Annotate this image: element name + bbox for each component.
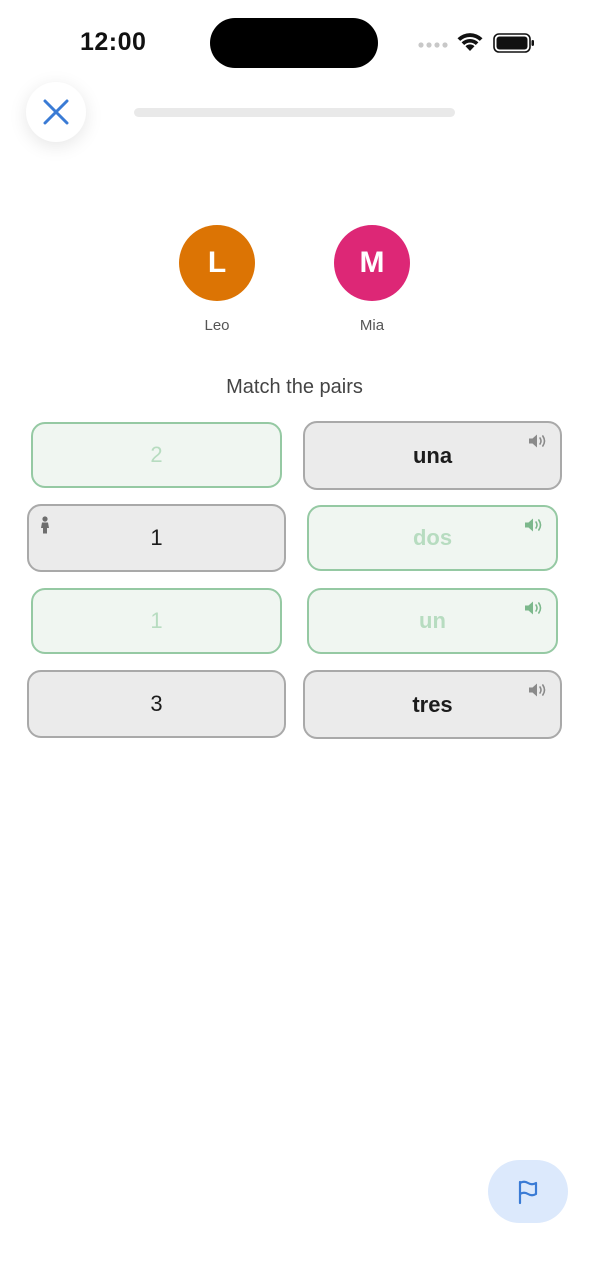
speaker-icon[interactable] [524, 517, 544, 533]
match-card-number[interactable]: 3 [27, 670, 286, 738]
close-icon [43, 99, 69, 125]
avatar-initial: L [207, 246, 227, 279]
player-name: Mia [359, 317, 385, 334]
match-card-number[interactable]: 2 [31, 422, 282, 488]
match-card-word[interactable]: dos [307, 505, 558, 571]
match-card-word[interactable]: tres [303, 670, 562, 739]
lesson-progress-bar [134, 108, 455, 117]
match-card-number[interactable]: 1 [27, 504, 286, 572]
battery-icon [493, 33, 534, 53]
report-button[interactable] [488, 1160, 568, 1223]
speaker-icon[interactable] [524, 600, 544, 616]
exercise-prompt: Match the pairs [226, 376, 363, 398]
avatar: M [334, 225, 410, 301]
player-name: Leo [204, 317, 230, 334]
avatar: L [179, 225, 255, 301]
card-label: un [419, 608, 446, 633]
card-label: tres [412, 691, 453, 717]
player-leo: L Leo [179, 225, 255, 334]
wifi-icon [457, 33, 483, 51]
speaker-icon[interactable] [528, 682, 548, 698]
card-label: 3 [150, 691, 163, 716]
card-label: dos [412, 525, 453, 550]
person-icon [41, 516, 49, 534]
avatar-initial: M [359, 246, 385, 279]
status-bar: 12:00 [0, 0, 589, 90]
match-card-word[interactable]: un [307, 588, 558, 654]
status-time: 12:00 [80, 28, 147, 56]
match-card-word[interactable]: una [303, 421, 562, 490]
flag-icon [518, 1180, 538, 1204]
match-card-number[interactable]: 1 [31, 588, 282, 654]
card-label: 2 [150, 442, 163, 467]
card-label: una [412, 442, 453, 468]
player-mia: M Mia [334, 225, 410, 334]
card-label: 1 [150, 608, 163, 633]
dynamic-island [210, 18, 378, 68]
card-label: 1 [150, 525, 163, 550]
speaker-icon[interactable] [528, 433, 548, 449]
signal-icon [418, 42, 448, 48]
close-button[interactable] [26, 82, 86, 142]
